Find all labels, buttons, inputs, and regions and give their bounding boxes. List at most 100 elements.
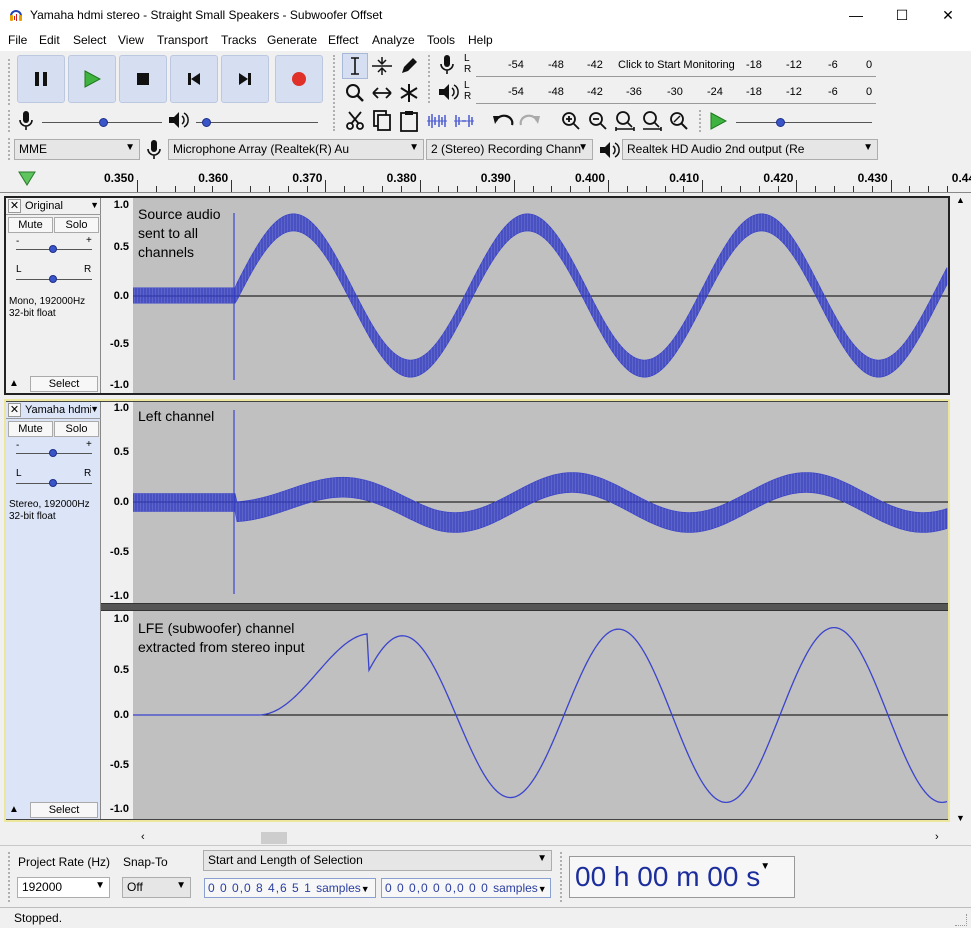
vertical-scale[interactable]: 1.0 0.5 0.0 -0.5 -1.0	[101, 198, 133, 393]
vertical-scale-right[interactable]: 1.0 0.5 0.0 -0.5 -1.0	[101, 611, 133, 819]
skip-to-end-button[interactable]	[221, 55, 269, 103]
time-shift-tool[interactable]	[369, 80, 395, 106]
slider-thumb[interactable]	[49, 275, 57, 283]
menu-select[interactable]: Select	[73, 33, 106, 47]
stop-button[interactable]	[119, 55, 167, 103]
scroll-left-icon[interactable]: ‹	[141, 831, 145, 843]
playback-device-select[interactable]: Realtek HD Audio 2nd output (Re ▼	[622, 139, 878, 160]
menu-tools[interactable]: Tools	[427, 33, 455, 47]
recording-device-select[interactable]: Microphone Array (Realtek(R) Au ▼	[168, 139, 424, 160]
zoom-in-button[interactable]	[558, 108, 584, 134]
selection-tool[interactable]	[342, 53, 368, 79]
chevron-down-icon[interactable]: ▼	[90, 200, 99, 210]
draw-tool[interactable]	[396, 53, 422, 79]
chevron-down-icon[interactable]: ▼	[361, 884, 371, 894]
toolbar-grip[interactable]	[8, 110, 14, 132]
pan-slider[interactable]	[16, 476, 92, 492]
zoom-out-button[interactable]	[585, 108, 611, 134]
horizontal-scrollbar[interactable]: ‹ ›	[135, 830, 950, 846]
slider-thumb[interactable]	[49, 479, 57, 487]
gain-slider[interactable]	[16, 242, 92, 258]
skip-to-start-button[interactable]	[170, 55, 218, 103]
solo-button[interactable]: Solo	[54, 217, 99, 233]
playback-meter[interactable]: -54 -48 -42 -36 -30 -24 -18 -12 -6 0	[476, 82, 876, 104]
scroll-right-icon[interactable]: ›	[935, 831, 939, 843]
menu-view[interactable]: View	[118, 33, 144, 47]
play-head-icon[interactable]	[17, 170, 37, 191]
menu-edit[interactable]: Edit	[39, 33, 60, 47]
toolbar-grip[interactable]	[428, 55, 434, 77]
waveform-original[interactable]: Source audio sent to all channels	[133, 198, 948, 393]
toolbar-grip[interactable]	[428, 81, 434, 103]
menu-file[interactable]: File	[8, 33, 27, 47]
selection-start-field[interactable]: 0 0 0,0 8 4,6 5 1 samples▼	[204, 878, 376, 898]
playback-volume-slider[interactable]	[196, 115, 318, 131]
slider-thumb[interactable]	[201, 118, 211, 127]
vertical-scrollbar[interactable]: ▲ ▼	[952, 193, 969, 826]
copy-button[interactable]	[369, 108, 395, 134]
silence-button[interactable]	[451, 108, 477, 134]
envelope-tool[interactable]	[369, 53, 395, 79]
record-button[interactable]	[275, 55, 323, 103]
redo-button[interactable]	[517, 108, 543, 134]
cut-button[interactable]	[342, 108, 368, 134]
mute-button[interactable]: Mute	[8, 217, 53, 233]
toolbar-grip[interactable]	[8, 852, 14, 902]
play-button[interactable]	[68, 55, 116, 103]
menu-transport[interactable]: Transport	[157, 33, 208, 47]
scroll-up-icon[interactable]: ▲	[956, 195, 965, 205]
scroll-down-icon[interactable]: ▼	[956, 813, 965, 823]
scroll-thumb[interactable]	[261, 832, 287, 844]
select-track-button[interactable]: Select	[30, 376, 98, 392]
selection-length-field[interactable]: 0 0 0,0 0 0,0 0 0 samples▼	[381, 878, 551, 898]
maximize-button[interactable]: ☐	[879, 0, 925, 31]
fit-project-button[interactable]	[639, 108, 665, 134]
play-at-speed-button[interactable]	[705, 108, 731, 134]
audio-host-select[interactable]: MME ▼	[14, 139, 140, 160]
close-track-icon[interactable]: ✕	[8, 403, 21, 417]
multi-tool[interactable]	[396, 80, 422, 106]
close-track-icon[interactable]: ✕	[8, 199, 21, 213]
channel-separator[interactable]	[101, 603, 948, 611]
menu-effect[interactable]: Effect	[328, 33, 358, 47]
pause-button[interactable]	[17, 55, 65, 103]
collapse-track-icon[interactable]: ▲	[9, 804, 19, 815]
fit-selection-button[interactable]	[612, 108, 638, 134]
resize-grip-icon[interactable]	[955, 914, 967, 926]
menu-help[interactable]: Help	[468, 33, 493, 47]
mute-button[interactable]: Mute	[8, 421, 53, 437]
chevron-down-icon[interactable]: ▼	[90, 404, 99, 414]
zoom-tool[interactable]	[342, 80, 368, 106]
track-name[interactable]: Original	[25, 200, 91, 212]
selection-mode-select[interactable]: Start and Length of Selection ▼	[203, 850, 552, 871]
close-button[interactable]: ✕	[925, 0, 971, 31]
chevron-down-icon[interactable]: ▼	[538, 884, 548, 894]
solo-button[interactable]: Solo	[54, 421, 99, 437]
zoom-toggle-button[interactable]	[666, 108, 692, 134]
record-volume-slider[interactable]	[42, 115, 162, 131]
start-monitoring-label[interactable]: Click to Start Monitoring	[618, 59, 735, 71]
menu-tracks[interactable]: Tracks	[221, 33, 257, 47]
menu-generate[interactable]: Generate	[267, 33, 317, 47]
play-at-speed-slider[interactable]	[736, 115, 872, 131]
waveform-lfe-channel[interactable]: LFE (subwoofer) channel extracted from s…	[133, 611, 948, 819]
gain-slider[interactable]	[16, 446, 92, 462]
trim-button[interactable]	[424, 108, 450, 134]
select-track-button[interactable]: Select	[30, 802, 98, 818]
slider-thumb[interactable]	[49, 245, 57, 253]
paste-button[interactable]	[396, 108, 422, 134]
waveform-left-channel[interactable]: Left channel	[133, 402, 948, 603]
audio-position-display[interactable]: 00 h 00 m 00 s▼	[569, 856, 795, 898]
undo-button[interactable]	[490, 108, 516, 134]
vertical-scale-left[interactable]: 1.0 0.5 0.0 -0.5 -1.0	[101, 402, 133, 603]
slider-thumb[interactable]	[776, 118, 786, 127]
track-name[interactable]: Yamaha hdmi	[25, 404, 91, 416]
slider-thumb[interactable]	[99, 118, 109, 127]
record-meter[interactable]: -54 -48 -42 Click to Start Monitoring -1…	[476, 55, 876, 77]
recording-channels-select[interactable]: 2 (Stereo) Recording Chann ▼	[426, 139, 593, 160]
timeline-ruler[interactable]: 0.350 0.360 0.370 0.380 0.390 0.400 0.410 0.420…	[0, 166, 971, 193]
collapse-track-icon[interactable]: ▲	[9, 378, 19, 389]
snap-to-select[interactable]: Off ▼	[122, 877, 191, 898]
menu-analyze[interactable]: Analyze	[372, 33, 415, 47]
toolbar-grip[interactable]	[8, 59, 14, 105]
